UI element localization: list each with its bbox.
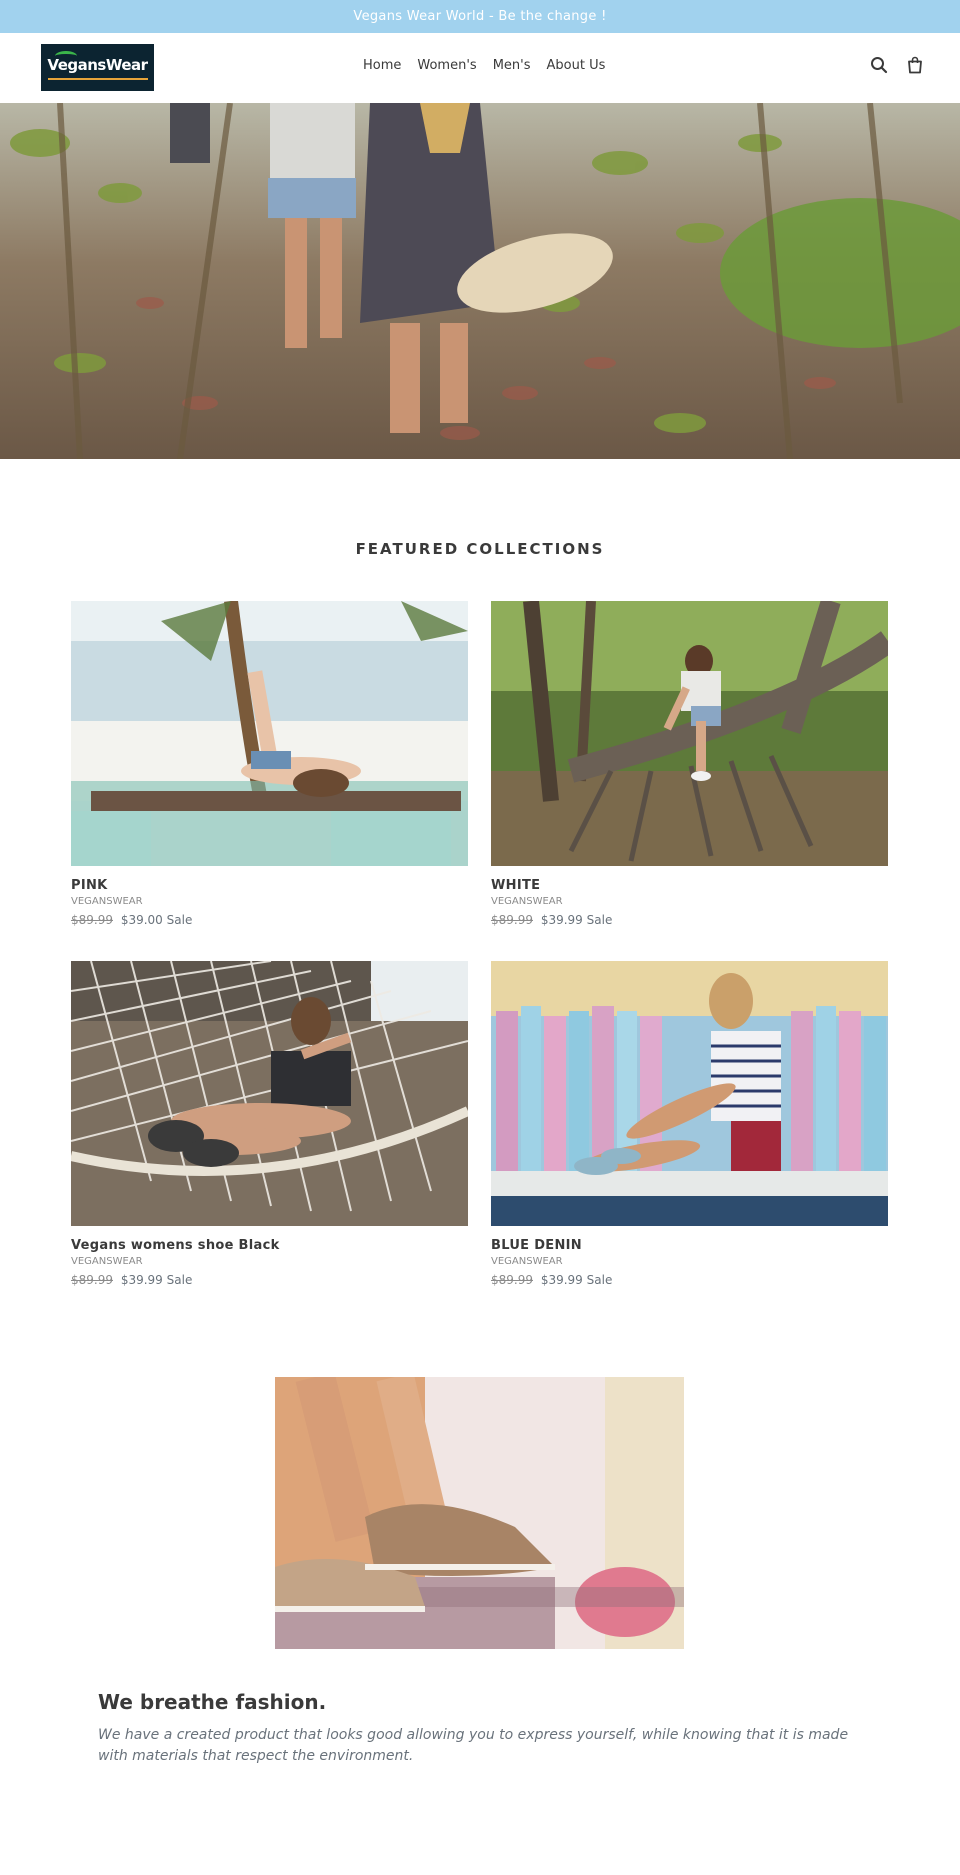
sale-label: Sale [166, 1273, 193, 1287]
original-price: $89.99 [71, 1273, 113, 1287]
product-vendor: VEGANSWEAR [491, 1256, 563, 1267]
main-nav: Home Women's Men's About Us [355, 55, 613, 76]
product-price: $89.99 $39.00 Sale [71, 913, 468, 927]
product-vendor: VEGANSWEAR [71, 896, 143, 907]
logo-text: VegansWear [47, 50, 148, 74]
header-icons [869, 55, 925, 75]
product-title[interactable]: WHITE [491, 878, 888, 893]
sale-label: Sale [586, 913, 613, 927]
original-price: $89.99 [491, 1273, 533, 1287]
product-price: $89.99 $39.99 Sale [491, 913, 888, 927]
logo[interactable]: VegansWear [41, 44, 154, 91]
nav-about-us[interactable]: About Us [539, 55, 614, 76]
nav-womens[interactable]: Women's [409, 55, 484, 76]
featured-collections-title: FEATURED COLLECTIONS [355, 540, 605, 558]
product-image[interactable] [71, 961, 468, 1226]
product-card-pink[interactable]: PINK VEGANSWEAR $89.99 $39.00 Sale [71, 601, 468, 927]
sale-label: Sale [586, 1273, 613, 1287]
story-heading: We breathe fashion. [98, 1690, 327, 1714]
story-text: We have a created product that looks goo… [98, 1727, 849, 1764]
product-image[interactable] [491, 601, 888, 866]
product-image[interactable] [71, 601, 468, 866]
product-title[interactable]: BLUE DENIN [491, 1238, 888, 1253]
search-icon[interactable] [869, 55, 889, 75]
product-price: $89.99 $39.99 Sale [491, 1273, 888, 1287]
feature-image [275, 1377, 684, 1649]
sale-label: Sale [166, 913, 193, 927]
announcement-text: Vegans Wear World - Be the change ! [353, 9, 607, 24]
product-card-white[interactable]: WHITE VEGANSWEAR $89.99 $39.99 Sale [491, 601, 888, 927]
product-vendor: VEGANSWEAR [491, 896, 563, 907]
logo-underline [47, 77, 148, 80]
product-vendor: VEGANSWEAR [71, 1256, 143, 1267]
logo-swoosh [55, 50, 78, 61]
original-price: $89.99 [71, 913, 113, 927]
nav-home[interactable]: Home [355, 55, 409, 76]
product-card-blue-denin[interactable]: BLUE DENIN VEGANSWEAR $89.99 $39.99 Sale [491, 961, 888, 1287]
product-title[interactable]: Vegans womens shoe Black [71, 1238, 468, 1253]
cart-icon[interactable] [905, 55, 925, 75]
sale-price: $39.99 [540, 913, 583, 927]
product-card-black[interactable]: Vegans womens shoe Black VEGANSWEAR $89.… [71, 961, 468, 1287]
product-price: $89.99 $39.99 Sale [71, 1273, 468, 1287]
nav-mens[interactable]: Men's [485, 55, 539, 76]
original-price: $89.99 [491, 913, 533, 927]
hero-image [0, 103, 960, 459]
product-image[interactable] [491, 961, 888, 1226]
site-header: VegansWear Home Women's Men's About Us [0, 33, 960, 103]
announcement-bar: Vegans Wear World - Be the change ! [0, 0, 960, 33]
product-title[interactable]: PINK [71, 878, 468, 893]
sale-price: $39.99 [120, 1273, 163, 1287]
sale-price: $39.99 [540, 1273, 583, 1287]
hero-photo [0, 103, 960, 459]
sale-price: $39.00 [120, 913, 163, 927]
